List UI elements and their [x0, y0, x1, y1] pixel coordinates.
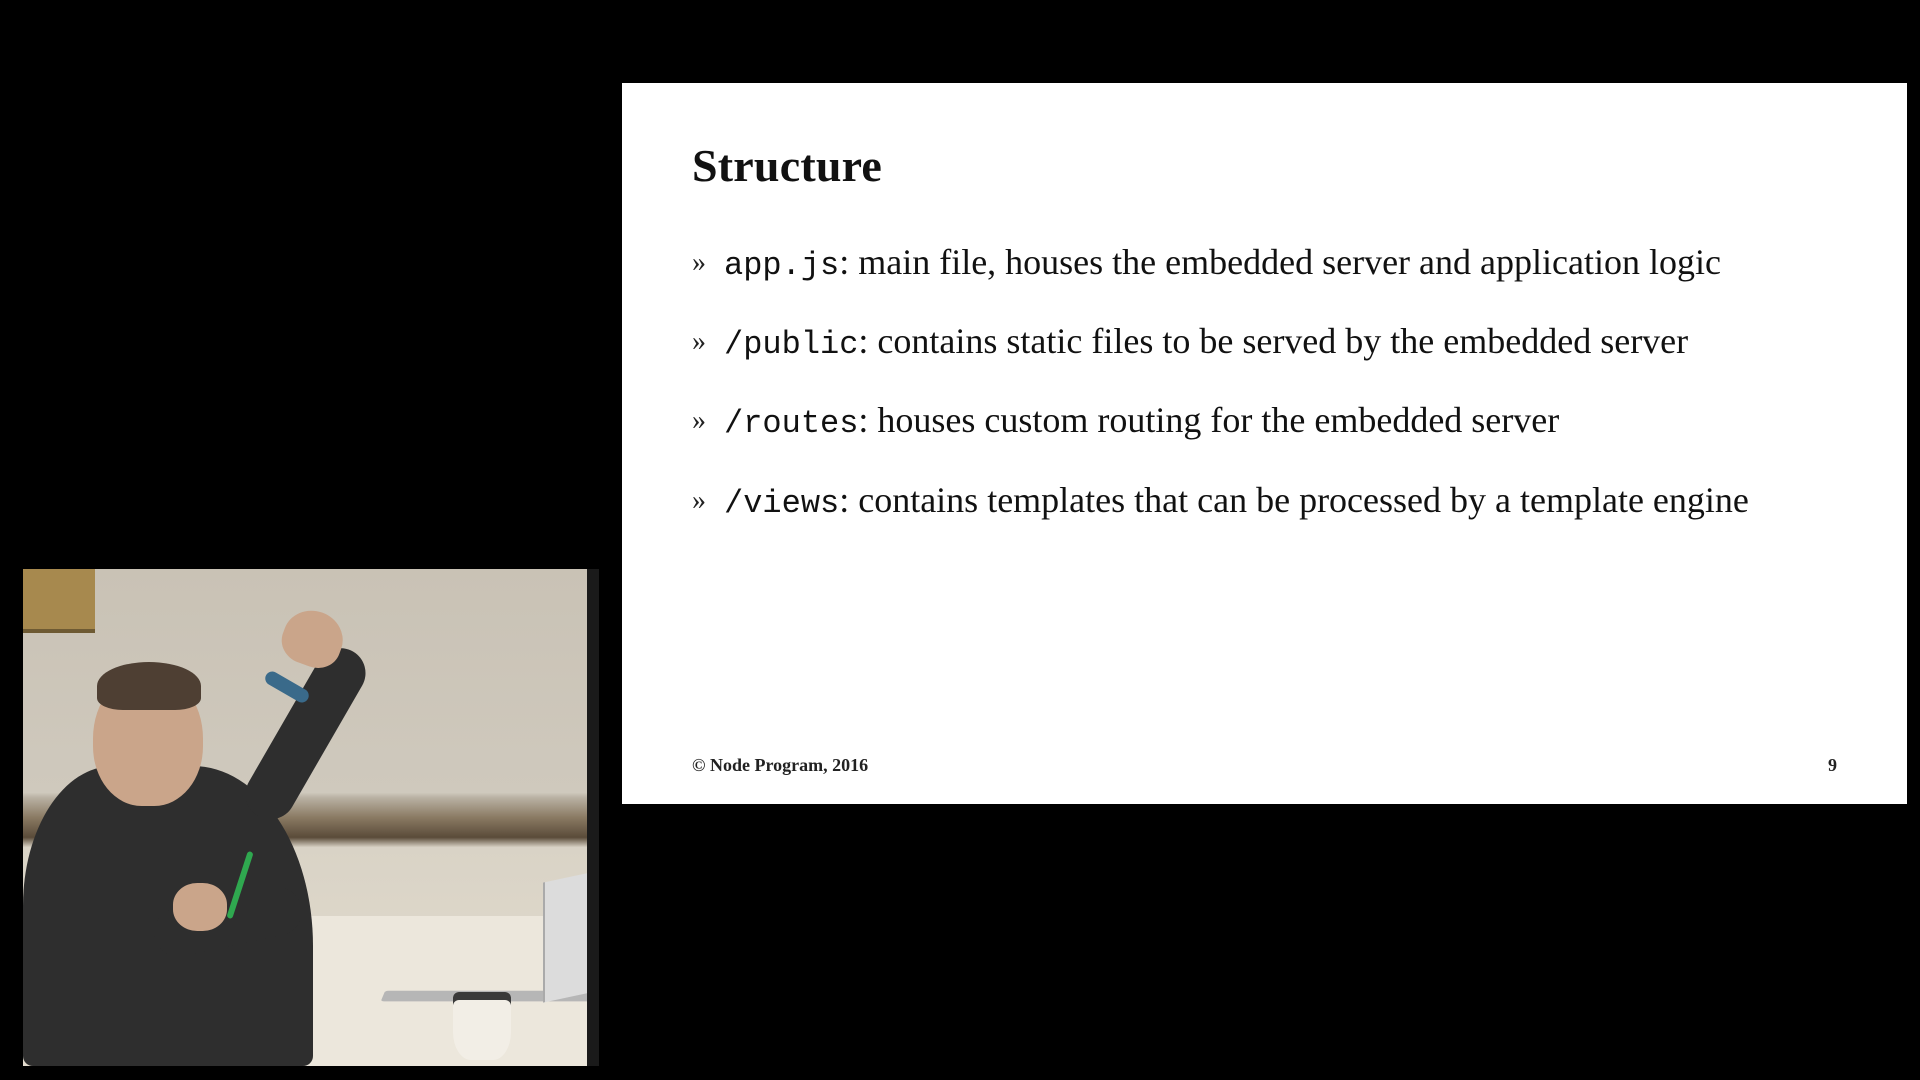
slide-footer: © Node Program, 2016 9: [692, 755, 1837, 776]
code-token: /views: [724, 485, 839, 522]
list-item-body: /views: contains templates that can be p…: [724, 476, 1837, 525]
code-token: /routes: [724, 405, 858, 442]
bullet-marker-icon: »: [692, 396, 706, 445]
list-item-body: /public: contains static files to be ser…: [724, 317, 1837, 366]
list-item-text: : contains static files to be served by …: [858, 321, 1688, 361]
laptop-screen: [543, 869, 599, 1002]
slide-title: Structure: [692, 139, 1837, 192]
paper-cup: [453, 992, 511, 1060]
code-token: app.js: [724, 247, 839, 284]
bullet-marker-icon: »: [692, 238, 706, 287]
list-item-body: app.js: main file, houses the embedded s…: [724, 238, 1837, 287]
list-item: » /public: contains static files to be s…: [692, 317, 1837, 366]
presenter: [23, 636, 353, 1066]
list-item-text: : houses custom routing for the embedded…: [858, 400, 1559, 440]
bullet-marker-icon: »: [692, 317, 706, 366]
list-item: » /routes: houses custom routing for the…: [692, 396, 1837, 445]
list-item-text: : main file, houses the embedded server …: [839, 242, 1721, 282]
list-item-body: /routes: houses custom routing for the e…: [724, 396, 1837, 445]
code-token: /public: [724, 326, 858, 363]
copyright-text: © Node Program, 2016: [692, 755, 868, 776]
slide: Structure » app.js: main file, houses th…: [622, 83, 1907, 804]
bullet-marker-icon: »: [692, 476, 706, 525]
presentation-stage: Structure » app.js: main file, houses th…: [232, 131, 1688, 949]
list-item: » app.js: main file, houses the embedded…: [692, 238, 1837, 287]
slide-bullet-list: » app.js: main file, houses the embedded…: [692, 238, 1837, 525]
speaker-video-thumbnail: [23, 569, 599, 1066]
page-number: 9: [1828, 755, 1837, 776]
list-item: » /views: contains templates that can be…: [692, 476, 1837, 525]
corkboard: [23, 569, 95, 633]
list-item-text: : contains templates that can be process…: [839, 480, 1749, 520]
